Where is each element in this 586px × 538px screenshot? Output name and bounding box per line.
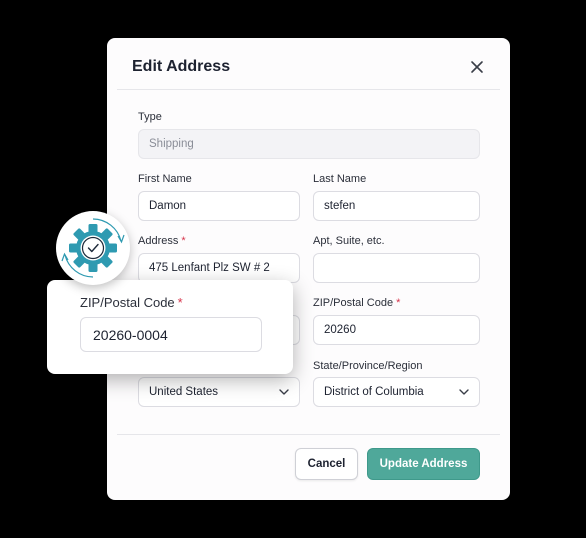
edit-address-dialog: Edit Address Type Shipping First Name Da… xyxy=(107,38,510,500)
chevron-down-icon xyxy=(459,389,469,395)
required-mark: * xyxy=(181,235,186,247)
required-mark: * xyxy=(177,295,183,310)
dialog-title: Edit Address xyxy=(132,58,231,75)
last-name-field[interactable]: stefen xyxy=(313,191,480,221)
gear-check-icon xyxy=(61,218,125,278)
callout-zip-field[interactable]: 20260-0004 xyxy=(80,317,262,352)
update-address-button[interactable]: Update Address xyxy=(367,448,480,480)
callout-zip-label: ZIP/Postal Code * xyxy=(80,295,183,310)
country-select-value: United States xyxy=(149,386,219,398)
header-divider xyxy=(117,89,500,90)
callout-zip-label-text: ZIP/Postal Code xyxy=(80,295,175,310)
close-button[interactable] xyxy=(468,58,486,76)
type-field: Shipping xyxy=(138,129,480,159)
last-name-label: Last Name xyxy=(313,173,367,185)
gear-badge xyxy=(56,211,130,285)
state-select-value: District of Columbia xyxy=(324,386,424,398)
cancel-button[interactable]: Cancel xyxy=(295,448,358,480)
footer-divider xyxy=(117,434,500,435)
type-label: Type xyxy=(138,111,162,123)
address-label: Address * xyxy=(138,235,186,247)
zip-field[interactable]: 20260 xyxy=(313,315,480,345)
apt-label: Apt, Suite, etc. xyxy=(313,235,385,247)
close-icon[interactable] xyxy=(468,58,486,76)
country-select[interactable]: United States xyxy=(138,377,300,407)
state-select[interactable]: District of Columbia xyxy=(313,377,480,407)
required-mark: * xyxy=(396,297,401,309)
address-label-text: Address xyxy=(138,235,179,247)
zip-callout: ZIP/Postal Code * 20260-0004 xyxy=(47,280,293,374)
apt-field[interactable] xyxy=(313,253,480,283)
first-name-field[interactable]: Damon xyxy=(138,191,300,221)
state-label: State/Province/Region xyxy=(313,360,423,372)
address-field[interactable]: 475 Lenfant Plz SW # 2 xyxy=(138,253,300,283)
first-name-label: First Name xyxy=(138,173,192,185)
zip-label: ZIP/Postal Code * xyxy=(313,297,400,309)
zip-label-text: ZIP/Postal Code xyxy=(313,297,394,309)
chevron-down-icon xyxy=(279,389,289,395)
